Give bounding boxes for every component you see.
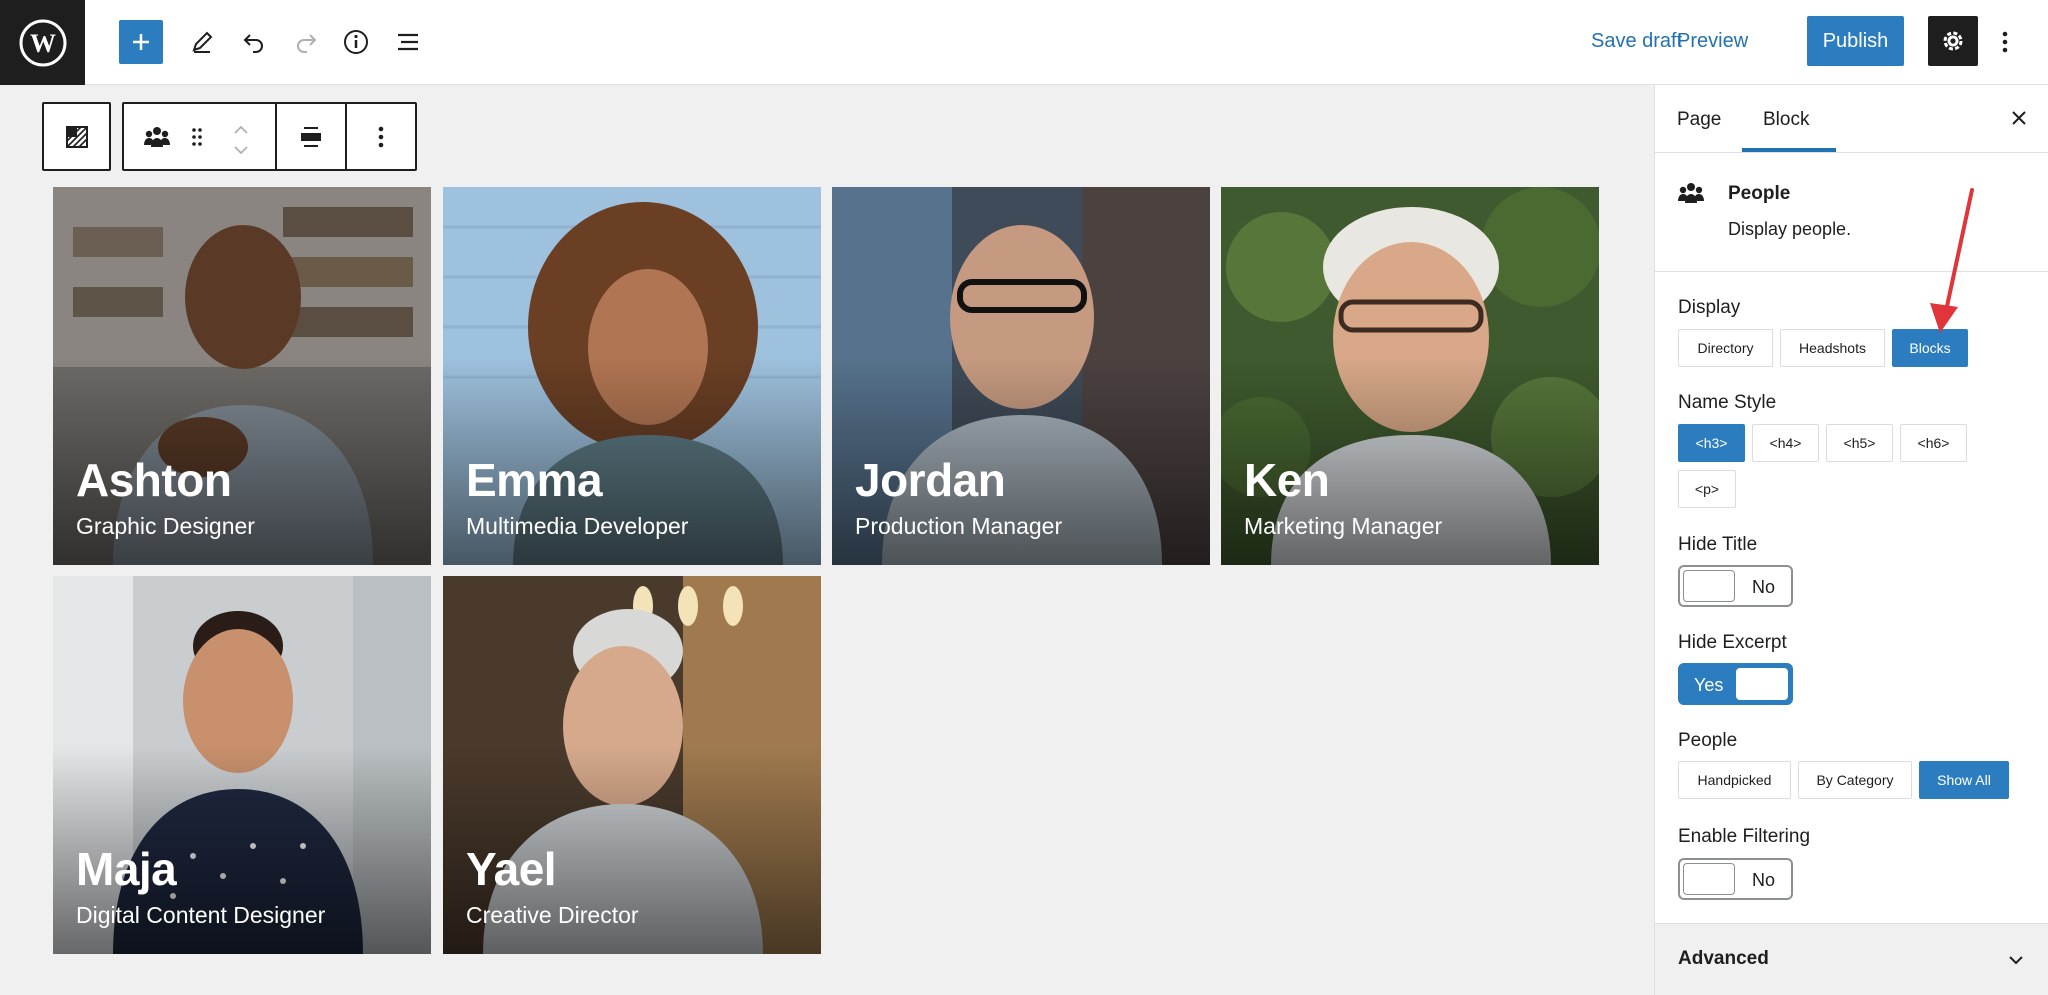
person-card[interactable]: Jordan Production Manager (832, 187, 1210, 565)
name-style-options-row2: <p> (1678, 470, 1736, 508)
person-role: Production Manager (855, 513, 1063, 539)
info-icon (344, 30, 368, 54)
person-role: Marketing Manager (1244, 513, 1443, 539)
person-name: Maja (76, 843, 177, 895)
name-style-p[interactable]: <p> (1678, 470, 1736, 508)
drag-handle-icon[interactable] (190, 126, 204, 148)
hide-excerpt-toggle[interactable]: Yes (1678, 663, 1793, 705)
person-role: Multimedia Developer (466, 513, 689, 539)
move-down-icon[interactable] (232, 144, 250, 156)
plus-icon (133, 34, 149, 50)
annotation-arrow-icon (1930, 188, 1974, 333)
person-name: Yael (466, 843, 557, 895)
options-button[interactable] (1983, 20, 2027, 64)
toggle-state: Yes (1694, 675, 1724, 695)
people-filter-label: People (1678, 730, 1738, 751)
name-style-h5[interactable]: <h5> (1826, 424, 1893, 462)
people-option-show-all[interactable]: Show All (1919, 761, 2009, 799)
person-name: Ken (1244, 454, 1330, 506)
person-role: Creative Director (466, 902, 639, 928)
person-name: Emma (466, 454, 603, 506)
gear-icon (1943, 31, 1963, 51)
save-draft-button[interactable]: Save draft (1591, 30, 1682, 53)
chevron-down-icon (2009, 956, 2023, 965)
block-toolbar (122, 102, 417, 171)
person-card[interactable]: Emma Multimedia Developer (443, 187, 821, 565)
svg-text:W: W (30, 29, 56, 58)
people-option-by-category[interactable]: By Category (1798, 761, 1912, 799)
publish-button[interactable]: Publish (1807, 16, 1904, 66)
toggle-knob (1736, 668, 1788, 700)
undo-icon (243, 34, 263, 53)
list-view-button[interactable] (386, 20, 430, 64)
tab-block[interactable]: Block (1763, 109, 1809, 131)
people-block-icon[interactable] (144, 125, 170, 149)
toggle-knob (1683, 863, 1735, 895)
sidebar-tabs: Page Block (1655, 85, 2048, 153)
block-description: Display people. (1728, 219, 1852, 239)
toggle-state: No (1752, 870, 1776, 890)
details-button[interactable] (334, 20, 378, 64)
block-title: People (1728, 183, 1791, 204)
tab-page[interactable]: Page (1677, 109, 1721, 131)
block-options-button[interactable] (347, 104, 415, 169)
display-option-directory[interactable]: Directory (1678, 329, 1773, 367)
person-name: Jordan (855, 454, 1006, 506)
settings-sidebar: Page Block People Display people. Displa… (1654, 85, 2048, 995)
toggle-state: No (1752, 577, 1776, 597)
enable-filtering-label: Enable Filtering (1678, 826, 1811, 847)
person-role: Graphic Designer (76, 513, 255, 539)
cover-block-icon (65, 125, 88, 148)
parent-block-selector[interactable] (42, 102, 111, 171)
align-button[interactable] (277, 104, 347, 169)
people-filter-options: Handpicked By Category Show All (1678, 761, 2009, 799)
edit-tools-button[interactable] (180, 20, 224, 64)
redo-icon (297, 34, 317, 53)
move-up-icon[interactable] (232, 124, 250, 136)
pencil-icon (192, 31, 213, 53)
person-card[interactable]: Yael Creative Director (443, 576, 821, 954)
list-view-icon (398, 33, 418, 51)
advanced-panel-toggle[interactable]: Advanced (1655, 923, 2048, 995)
advanced-label: Advanced (1678, 948, 1769, 969)
person-role: Digital Content Designer (76, 902, 326, 928)
add-block-button[interactable] (119, 20, 163, 64)
people-option-handpicked[interactable]: Handpicked (1678, 761, 1791, 799)
name-style-label: Name Style (1678, 392, 1777, 413)
cover-block-button[interactable] (44, 104, 109, 169)
redo-button[interactable] (284, 20, 328, 64)
people-block-icon (1678, 183, 1704, 203)
name-style-options: <h3> <h4> <h5> <h6> (1678, 424, 1967, 462)
close-icon[interactable] (2008, 107, 2030, 129)
name-style-h4[interactable]: <h4> (1752, 424, 1819, 462)
person-name: Ashton (76, 454, 232, 506)
enable-filtering-toggle[interactable]: No (1678, 858, 1793, 900)
person-card[interactable]: Ashton Graphic Designer (53, 187, 431, 565)
block-card: People Display people. (1655, 153, 2048, 272)
block-tools-group (124, 104, 277, 169)
more-vertical-icon (2002, 31, 2008, 53)
hide-title-toggle[interactable]: No (1678, 565, 1793, 607)
person-card[interactable]: Maja Digital Content Designer (53, 576, 431, 954)
more-vertical-icon (378, 126, 384, 147)
editor-top-bar: W Save draft Preview Publish (0, 0, 2048, 85)
toggle-knob (1683, 570, 1735, 602)
person-card[interactable]: Ken Marketing Manager (1221, 187, 1599, 565)
hide-title-label: Hide Title (1678, 534, 1758, 555)
hide-excerpt-label: Hide Excerpt (1678, 632, 1787, 653)
display-label: Display (1678, 297, 1741, 318)
wordpress-logo-icon[interactable]: W (0, 0, 85, 85)
align-icon (301, 126, 321, 147)
display-option-headshots[interactable]: Headshots (1780, 329, 1885, 367)
name-style-h6[interactable]: <h6> (1900, 424, 1967, 462)
preview-button[interactable]: Preview (1677, 30, 1748, 53)
settings-button[interactable] (1928, 16, 1978, 66)
active-tab-indicator (1742, 148, 1836, 152)
undo-button[interactable] (232, 20, 276, 64)
name-style-h3[interactable]: <h3> (1678, 424, 1745, 462)
